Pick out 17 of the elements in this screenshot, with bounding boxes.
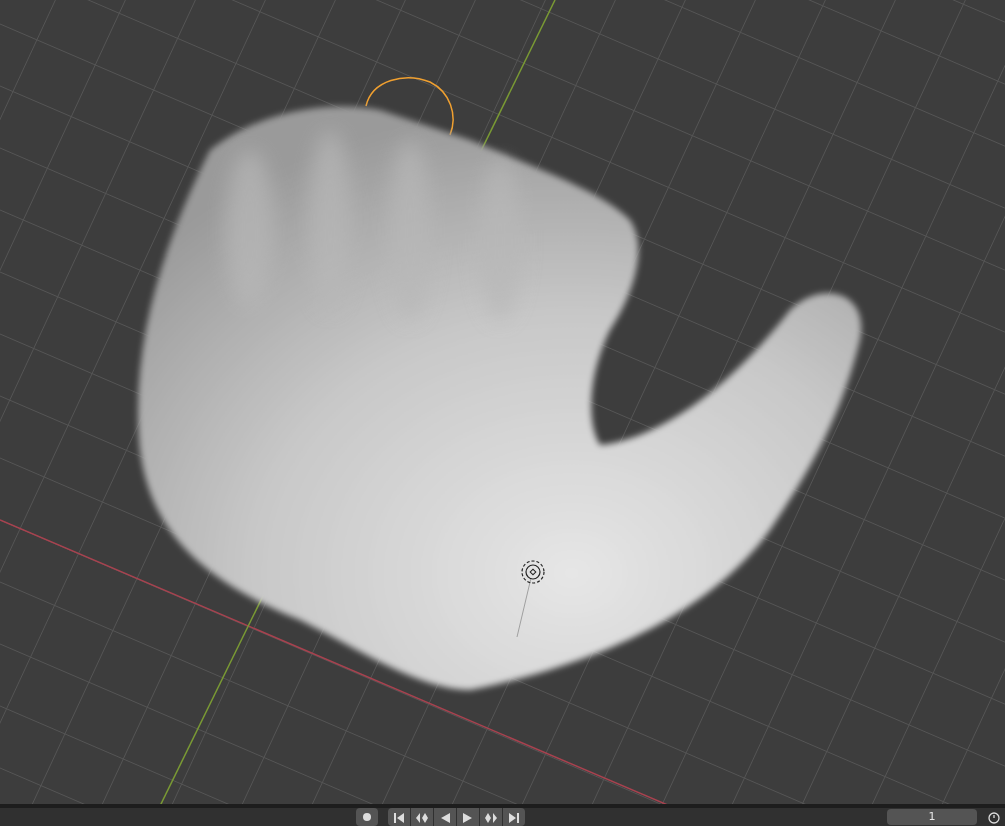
record-icon bbox=[362, 812, 372, 822]
current-frame-field[interactable]: 1 bbox=[887, 809, 977, 825]
next-keyframe-button[interactable] bbox=[480, 808, 502, 826]
3d-cursor-icon bbox=[521, 560, 545, 584]
play-icon bbox=[462, 811, 474, 823]
jump-start-button[interactable] bbox=[388, 808, 410, 826]
stopwatch-icon[interactable] bbox=[987, 810, 1001, 824]
jump-end-icon bbox=[508, 811, 520, 823]
play-reverse-button[interactable] bbox=[434, 808, 456, 826]
previous-keyframe-icon bbox=[415, 811, 429, 823]
play-reverse-icon bbox=[439, 811, 451, 823]
previous-keyframe-button[interactable] bbox=[411, 808, 433, 826]
next-keyframe-icon bbox=[484, 811, 498, 823]
jump-start-icon bbox=[393, 811, 405, 823]
play-button[interactable] bbox=[457, 808, 479, 826]
jump-end-button[interactable] bbox=[503, 808, 525, 826]
record-button[interactable] bbox=[356, 808, 378, 826]
